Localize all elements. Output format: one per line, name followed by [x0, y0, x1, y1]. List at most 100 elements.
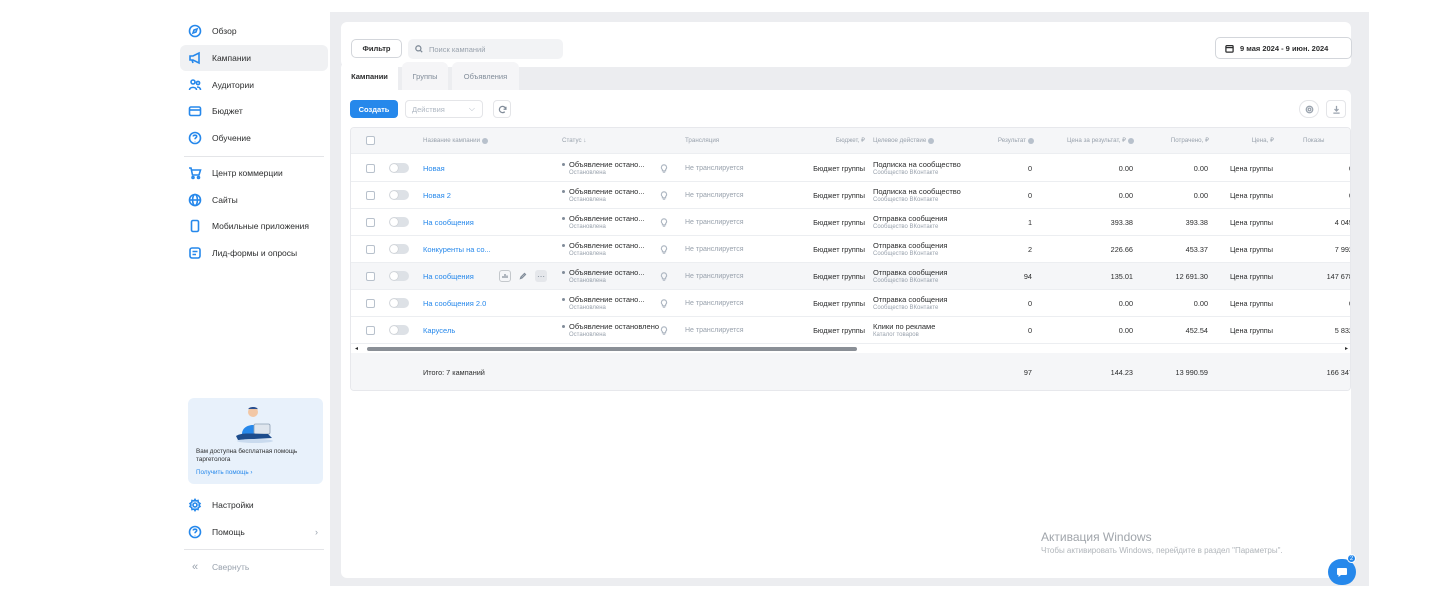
- actions-dropdown[interactable]: Действия ⌵: [405, 100, 483, 118]
- sidebar-item-lead-forms[interactable]: Лид-формы и опросы: [180, 240, 328, 266]
- sidebar-item-campaigns[interactable]: Кампании: [180, 45, 328, 71]
- tab-campaigns[interactable]: Кампании: [341, 62, 398, 90]
- filter-button[interactable]: Фильтр: [351, 39, 402, 58]
- cost-per-result-cell: 393.38: [1110, 217, 1133, 227]
- table-row[interactable]: Новая 2 Объявление остано... Остановлена Не…: [351, 182, 1350, 209]
- double-chevron-left-icon: «: [191, 561, 199, 573]
- sidebar-item-help[interactable]: Помощь ›: [180, 519, 328, 545]
- campaign-name-link[interactable]: Новая: [423, 155, 445, 181]
- campaign-toggle[interactable]: [389, 163, 409, 173]
- campaign-name-link[interactable]: На сообщения: [423, 263, 474, 289]
- chat-icon: [1337, 568, 1347, 577]
- campaign-toggle[interactable]: [389, 244, 409, 254]
- search-icon: [415, 45, 423, 53]
- table-row[interactable]: Карусель Объявление остановлено Остановлен…: [351, 317, 1350, 344]
- stats-button[interactable]: [499, 270, 511, 282]
- more-button[interactable]: ⋯: [535, 270, 547, 282]
- sidebar-item-overview[interactable]: Обзор: [180, 18, 328, 44]
- broadcast-cell: Не транслируется: [685, 299, 744, 307]
- campaign-toggle[interactable]: [389, 298, 409, 308]
- sidebar: Обзор Кампании Аудитории Бюджет Обучение…: [176, 12, 330, 586]
- table-row[interactable]: На сообщения Объявление остано... Остановл…: [351, 209, 1350, 236]
- price-cell: Цена группы: [1230, 325, 1274, 335]
- row-checkbox[interactable]: [366, 325, 375, 335]
- row-checkbox[interactable]: [366, 271, 375, 281]
- header-cost-per-result[interactable]: Цена за результат, ₽: [1046, 128, 1134, 153]
- header-budget[interactable]: Бюджет, ₽: [793, 128, 865, 153]
- campaign-name-link[interactable]: Новая 2: [423, 182, 451, 208]
- table-row[interactable]: На сообщения 2.0 Объявление остано... Оста…: [351, 290, 1350, 317]
- lightbulb-icon[interactable]: [660, 182, 668, 208]
- sidebar-item-mobile-apps[interactable]: Мобильные приложения: [180, 213, 328, 239]
- horizontal-scrollbar[interactable]: ◂ ▸: [351, 344, 1350, 353]
- scroll-left-icon[interactable]: ◂: [355, 345, 358, 352]
- sidebar-item-commerce[interactable]: Центр коммерции: [180, 160, 328, 186]
- header-impressions[interactable]: Показы: [1303, 128, 1350, 153]
- campaign-name-link[interactable]: Конкуренты на со...: [423, 236, 491, 262]
- sidebar-item-budget[interactable]: Бюджет: [180, 98, 328, 124]
- search-box: [408, 39, 563, 59]
- sidebar-item-audiences[interactable]: Аудитории: [180, 72, 328, 98]
- campaigns-panel: Создать Действия ⌵ Название кампании Ста…: [341, 90, 1351, 578]
- campaign-name-link[interactable]: На сообщения: [423, 209, 474, 235]
- row-checkbox[interactable]: [366, 244, 375, 254]
- tab-ads[interactable]: Объявления: [452, 62, 519, 90]
- sidebar-item-learning[interactable]: Обучение: [180, 125, 328, 151]
- lightbulb-icon[interactable]: [660, 155, 668, 181]
- date-range-picker[interactable]: 9 мая 2024 - 9 июн. 2024: [1215, 37, 1352, 59]
- campaign-toggle[interactable]: [389, 217, 409, 227]
- sidebar-item-settings[interactable]: Настройки: [180, 492, 328, 518]
- lightbulb-icon[interactable]: [660, 263, 668, 289]
- sidebar-collapse-button[interactable]: « Свернуть: [180, 554, 328, 580]
- download-button[interactable]: [1326, 100, 1346, 118]
- price-cell: Цена группы: [1230, 271, 1274, 281]
- header-goal[interactable]: Целевое действие: [873, 128, 935, 153]
- campaign-toggle[interactable]: [389, 190, 409, 200]
- create-button[interactable]: Создать: [350, 100, 398, 118]
- campaign-name-link[interactable]: Карусель: [423, 317, 455, 343]
- goal-text: Клики по рекламе: [873, 322, 936, 331]
- search-input[interactable]: [429, 44, 559, 54]
- refresh-button[interactable]: [493, 100, 511, 118]
- lightbulb-icon[interactable]: [660, 236, 668, 262]
- lightbulb-icon[interactable]: [660, 209, 668, 235]
- status-subtext: Остановлена: [569, 224, 606, 230]
- row-checkbox[interactable]: [366, 217, 375, 227]
- status-cell: Объявление остано... Остановлена: [562, 263, 645, 289]
- result-cell: 0: [1027, 298, 1032, 308]
- header-name[interactable]: Название кампании: [423, 128, 489, 153]
- campaign-toggle[interactable]: [389, 325, 409, 335]
- campaign-toggle[interactable]: [389, 271, 409, 281]
- header-spent[interactable]: Потрачено, ₽: [1146, 128, 1209, 153]
- table-row[interactable]: На сообщения ⋯ Объявление остано... Останов…: [351, 263, 1350, 290]
- sidebar-item-label: Обзор: [212, 26, 237, 36]
- edit-button[interactable]: [517, 270, 529, 282]
- lightbulb-icon[interactable]: [660, 290, 668, 316]
- header-price[interactable]: Цена, ₽: [1223, 128, 1274, 153]
- row-checkbox[interactable]: [366, 298, 375, 308]
- header-result[interactable]: Результат: [976, 128, 1034, 153]
- lightbulb-icon[interactable]: [660, 317, 668, 343]
- app-window: Обзор Кампании Аудитории Бюджет Обучение…: [176, 12, 1369, 586]
- status-dot-icon: [562, 271, 565, 274]
- impressions-cell: 0: [1303, 290, 1350, 316]
- table-row[interactable]: Конкуренты на со... Объявление остано... О…: [351, 236, 1350, 263]
- scroll-right-icon[interactable]: ▸: [1345, 345, 1348, 352]
- info-icon: [928, 137, 935, 144]
- tab-groups[interactable]: Группы: [402, 62, 448, 90]
- table-settings-button[interactable]: [1299, 100, 1319, 118]
- goal-cell: Отправка сообщения Сообщество ВКонтакте: [873, 236, 947, 262]
- row-checkbox[interactable]: [366, 190, 375, 200]
- row-checkbox[interactable]: [366, 163, 375, 173]
- header-status[interactable]: Статус ↓: [562, 128, 586, 153]
- select-all-checkbox[interactable]: [366, 136, 375, 145]
- goal-cell: Подписка на сообщество Сообщество ВКонтак…: [873, 155, 961, 181]
- campaign-name-link[interactable]: На сообщения 2.0: [423, 290, 486, 316]
- sidebar-item-sites[interactable]: Сайты: [180, 187, 328, 213]
- goal-subtext: Сообщество ВКонтакте: [873, 170, 939, 176]
- header-broadcast[interactable]: Трансляция: [685, 128, 719, 153]
- scrollbar-thumb[interactable]: [367, 347, 857, 351]
- sidebar-item-label: Лид-формы и опросы: [212, 248, 298, 258]
- get-help-link[interactable]: Получить помощь ›: [196, 469, 252, 476]
- table-row[interactable]: Новая Объявление остано... Остановлена Не т…: [351, 155, 1350, 182]
